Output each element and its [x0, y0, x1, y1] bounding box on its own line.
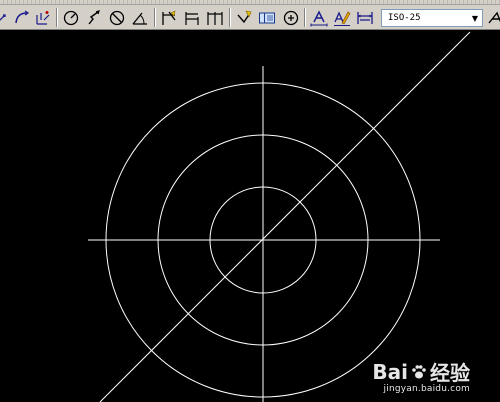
quick-dimension-icon[interactable]	[159, 8, 179, 27]
dim-baseline-icon[interactable]	[182, 8, 202, 27]
dimension-text-edit-icon[interactable]	[332, 8, 352, 27]
dim-continue-icon[interactable]	[205, 8, 225, 27]
quick-leader-icon[interactable]	[234, 8, 254, 27]
dim-radius-icon[interactable]	[61, 8, 81, 27]
dim-jogged-icon[interactable]	[84, 8, 104, 27]
toolbar-separator	[56, 8, 58, 27]
baidu-jingyan-watermark: Bai 经验 jingyan.baidu.com	[372, 357, 470, 395]
toolbar-top-edge	[0, 0, 500, 5]
watermark-brand: Bai	[372, 359, 408, 384]
toolbar-separator	[304, 8, 306, 27]
toolbar-separator	[154, 8, 156, 27]
watermark-url: jingyan.baidu.com	[383, 384, 470, 394]
dim-diameter-icon[interactable]	[107, 8, 127, 27]
dim-style-value: ISO-25	[388, 13, 421, 23]
toolbar-separator	[229, 8, 231, 27]
dimension-update-icon[interactable]	[355, 8, 375, 27]
dim-ordinate-icon[interactable]	[33, 8, 53, 27]
dim-style-select[interactable]: ISO-25 ▼	[381, 9, 483, 27]
center-mark-icon[interactable]	[281, 8, 301, 27]
drawing-canvas[interactable]	[0, 30, 500, 402]
watermark-logo: Bai 经验	[372, 357, 470, 386]
tolerance-icon[interactable]	[257, 8, 277, 27]
dim-arc-length-icon[interactable]	[12, 8, 32, 27]
dim-style-manager-icon[interactable]	[486, 8, 500, 27]
watermark-brand-cn: 经验	[430, 361, 470, 385]
canvas-background	[0, 30, 500, 402]
chevron-down-icon[interactable]: ▼	[468, 10, 482, 26]
dimension-edit-icon[interactable]	[309, 8, 329, 27]
dimension-toolbar: ISO-25 ▼	[0, 0, 500, 30]
paw-icon	[412, 364, 426, 378]
dim-angular-icon[interactable]	[130, 8, 150, 27]
